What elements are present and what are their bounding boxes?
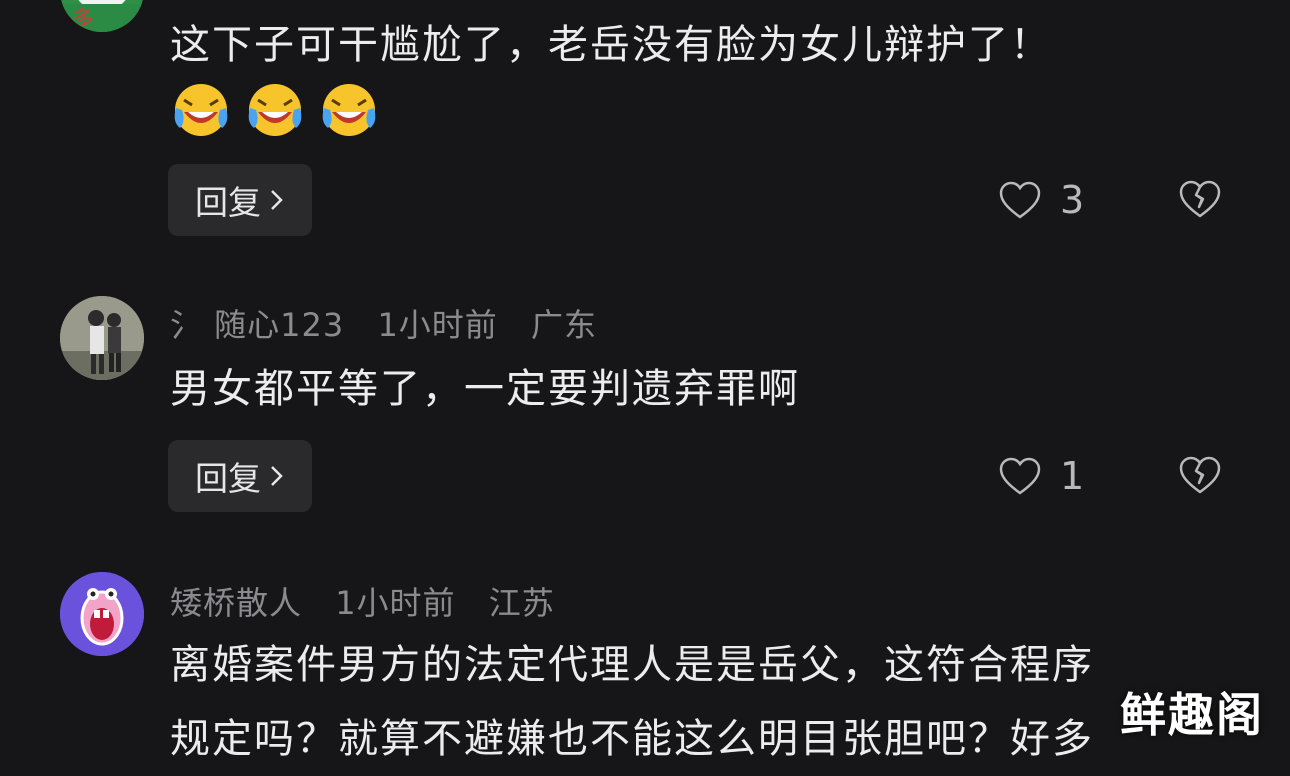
comment-text-line: 规定吗？就算不避嫌也不能这么明目张胆吧？好多: [170, 716, 1094, 762]
username[interactable]: 氵 随心123: [170, 306, 344, 344]
like-button[interactable]: 1: [998, 454, 1084, 498]
svg-text:多: 多: [72, 7, 94, 32]
dislike-button[interactable]: [1178, 454, 1222, 500]
chevron-right-icon: [271, 466, 283, 486]
comment-text-line: 离婚案件男方的法定代理人是是岳父，这符合程序: [170, 642, 1094, 688]
laughing-crying-emoji-icon: [174, 84, 228, 136]
broken-heart-icon: [1179, 456, 1221, 494]
like-count: 3: [1060, 178, 1085, 222]
username[interactable]: 矮桥散人: [170, 584, 302, 622]
comment-location: 广东: [530, 306, 597, 344]
comment-meta: 氵 随心123 1小时前 广东: [170, 300, 619, 346]
like-button[interactable]: 3: [998, 178, 1084, 222]
watermark: 鲜趣阁: [1120, 688, 1264, 742]
comment-meta: 矮桥散人 1小时前 江苏: [170, 578, 577, 624]
comment-time: 1小时前: [335, 584, 456, 622]
comment-text: 男女都平等了，一定要判遗弃罪啊: [170, 366, 800, 412]
emoji-row: [170, 82, 380, 138]
heart-outline-icon: [999, 181, 1041, 219]
comment-time: 1小时前: [377, 306, 498, 344]
reply-button[interactable]: 回复: [168, 440, 312, 512]
avatar-image: 多: [60, 4, 144, 32]
comment-location: 江苏: [488, 584, 555, 622]
heart-outline-icon: [999, 457, 1041, 495]
chevron-right-icon: [271, 190, 283, 210]
like-count: 1: [1060, 454, 1085, 498]
avatar-image: [60, 572, 144, 656]
avatar[interactable]: [60, 572, 144, 656]
dislike-button[interactable]: [1178, 178, 1222, 224]
avatar[interactable]: [60, 296, 144, 380]
laughing-crying-emoji-icon: [248, 84, 302, 136]
broken-heart-icon: [1179, 180, 1221, 218]
reply-button-label: 回复: [195, 459, 261, 498]
avatar[interactable]: 多: [60, 0, 144, 32]
laughing-crying-emoji-icon: [322, 84, 376, 136]
comment-text: 离婚案件男方的法定代理人是是岳父，这符合程序 规定吗？就算不避嫌也不能这么明目张…: [170, 628, 1250, 776]
reply-button[interactable]: 回复: [168, 164, 312, 236]
comment-text: 这下子可干尴尬了，老岳没有脸为女儿辩护了！: [170, 22, 1052, 68]
reply-button-label: 回复: [195, 183, 261, 222]
avatar-image: [60, 296, 144, 380]
